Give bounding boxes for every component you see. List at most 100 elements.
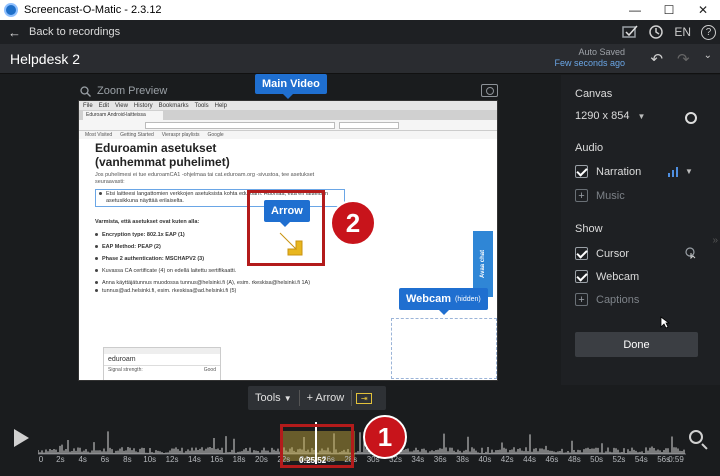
- timeline-tick: 8s: [123, 455, 132, 464]
- tools-bar: Tools ▼ + Arrow ⇥: [248, 386, 386, 410]
- browser-menu-item: View: [115, 102, 128, 109]
- cursor-settings-icon[interactable]: [685, 247, 697, 259]
- browser-menu-item: Help: [214, 102, 227, 109]
- main-video-tag[interactable]: Main Video: [255, 74, 327, 99]
- timeline-tick: 14s: [187, 455, 201, 464]
- audio-title: Audio: [575, 142, 604, 154]
- canvas-color-icon[interactable]: [685, 112, 697, 124]
- play-icon[interactable]: [14, 429, 29, 447]
- cursor-row[interactable]: Cursor: [575, 247, 629, 260]
- autosave-title: Auto Saved: [578, 47, 625, 57]
- show-title: Show: [575, 223, 603, 235]
- timeline-tick: 38s: [456, 455, 469, 464]
- canvas-size-select[interactable]: 1290 x 854 ▼: [575, 110, 645, 122]
- article-title: Eduroamin asetukset (vanhemmat puhelimet…: [95, 141, 230, 169]
- undo-redo: ↶ ↷ ⌄: [650, 50, 712, 68]
- help-icon[interactable]: ?: [701, 24, 716, 40]
- zoom-preview-toggle[interactable]: Zoom Preview: [80, 85, 167, 97]
- minimize-button[interactable]: —: [618, 0, 652, 20]
- settings-item: tunnus@ad.helsinki.fi, esim. rkeskisa@ad…: [95, 288, 345, 295]
- back-to-recordings-button[interactable]: ← Back to recordings: [8, 25, 120, 40]
- phone-signal: Signal strength: Good: [104, 365, 220, 374]
- history-icon[interactable]: [648, 24, 664, 40]
- webcam-placeholder[interactable]: [391, 318, 497, 379]
- timeline-zoom-icon[interactable]: [689, 430, 703, 444]
- phone-title: eduroam: [108, 356, 136, 363]
- settings-item-text: tunnus@ad.helsinki.fi, esim. rkeskisa@ad…: [102, 288, 237, 294]
- audio-level-icon: [668, 167, 678, 177]
- webcam-checkbox[interactable]: [575, 270, 588, 283]
- divider: [351, 390, 353, 406]
- camera-icon[interactable]: [481, 84, 498, 97]
- timeline-tick: 44s: [523, 455, 537, 464]
- article-intro: Jos puhelimesi ei tue eduroamCA1 -ohjelm…: [95, 172, 315, 185]
- music-row[interactable]: + Music: [575, 189, 625, 202]
- redo-icon[interactable]: ↷: [677, 50, 690, 68]
- project-bar: Helpdesk 2 Auto Saved Few seconds ago ↶ …: [0, 44, 720, 74]
- timeline-tick: 20s: [254, 455, 268, 464]
- checklist-icon[interactable]: [622, 25, 638, 39]
- settings-item: Anna käyttäjätunnus muodossa tunnus@hels…: [95, 280, 345, 287]
- undo-icon[interactable]: ↶: [650, 50, 663, 68]
- cursor-checkbox[interactable]: [575, 247, 588, 260]
- caret-down-icon: ▼: [283, 393, 292, 403]
- timeline-tick: 6s: [100, 455, 110, 464]
- caret-down-icon[interactable]: ▼: [685, 167, 693, 176]
- panel-collapse-icon[interactable]: »: [712, 235, 718, 246]
- settings-item-text: Encryption type: 802.1x EAP (1): [102, 232, 185, 238]
- settings-item-text: Anna käyttäjätunnus muodossa tunnus@hels…: [102, 280, 311, 286]
- browser-menu-item: Edit: [98, 102, 110, 109]
- webcam-hidden-label: (hidden): [455, 295, 481, 303]
- timeline-tick: 0:59: [668, 455, 684, 464]
- webcam-row[interactable]: Webcam: [575, 270, 639, 283]
- timeline-tick: 2s: [56, 455, 65, 464]
- tools-menu-button[interactable]: Tools ▼: [248, 386, 299, 410]
- marker-one: 1: [363, 415, 407, 459]
- browser-menu-item: History: [133, 102, 153, 109]
- maximize-button[interactable]: ☐: [652, 0, 686, 20]
- autosave-status: Auto Saved Few seconds ago: [554, 47, 625, 69]
- timeline-tick: 34s: [411, 455, 425, 464]
- back-label: Back to recordings: [29, 26, 121, 38]
- callout-box-arrow: [247, 190, 325, 266]
- webcam-tag-label: Webcam: [406, 293, 452, 305]
- browser-url-box: [145, 121, 335, 129]
- project-name[interactable]: Helpdesk 2: [10, 51, 80, 67]
- timeline[interactable]: 0 2s 4s 6s 8s 10s 12s 14s 16s 18s 20s 22s 24s 26s 28s 3…: [0, 410, 720, 476]
- phone-signal-label: Signal strength:: [108, 367, 143, 373]
- language-selector[interactable]: EN: [674, 25, 691, 39]
- music-label: Music: [596, 189, 625, 202]
- timeline-tick: 0: [38, 455, 44, 464]
- timeline-tick: 50s: [590, 455, 604, 464]
- done-button[interactable]: Done: [575, 332, 698, 357]
- zoom-preview-label: Zoom Preview: [97, 85, 168, 97]
- browser-tab: Eduroam Android-laitteissa: [83, 111, 163, 120]
- add-captions-icon[interactable]: +: [575, 293, 588, 306]
- chevron-down-icon[interactable]: ⌄: [704, 50, 712, 68]
- captions-row[interactable]: + Captions: [575, 293, 639, 306]
- timeline-ticks: 0 2s 4s 6s 8s 10s 12s 14s 16s 18s 20s 22s 24s 26s 28s 3…: [38, 455, 686, 467]
- bookmark: Getting Started: [120, 132, 154, 138]
- timeline-tick: 4s: [78, 455, 87, 464]
- marker-two: 2: [330, 200, 376, 246]
- close-button[interactable]: ✕: [686, 0, 720, 20]
- mouse-pointer-icon: [660, 316, 670, 329]
- narration-checkbox[interactable]: [575, 165, 588, 178]
- browser-tab-row: Eduroam Android-laitteissa: [79, 110, 497, 120]
- captions-label: Captions: [596, 293, 640, 306]
- webcam-tag[interactable]: Webcam (hidden): [399, 288, 488, 315]
- phone-screenshot: eduroam Signal strength: Good: [103, 347, 221, 380]
- bookmark: Most Visited: [85, 132, 113, 138]
- top-navigation: ← Back to recordings EN ?: [0, 20, 720, 44]
- add-arrow-button[interactable]: + Arrow: [300, 386, 352, 410]
- phone-signal-value: Good: [203, 367, 216, 373]
- browser-menu-item: Tools: [194, 102, 209, 109]
- add-music-icon[interactable]: +: [575, 189, 588, 202]
- timeline-tick: 42s: [500, 455, 514, 464]
- browser-menu-item: Bookmarks: [158, 102, 189, 109]
- narration-row[interactable]: Narration: [575, 165, 641, 178]
- timeline-tick: 40s: [478, 455, 492, 464]
- insert-icon[interactable]: ⇥: [356, 392, 373, 404]
- browser-bookmarks: Most Visited Getting Started Vieraspr pl…: [79, 131, 497, 139]
- webcam-label: Webcam: [596, 270, 640, 283]
